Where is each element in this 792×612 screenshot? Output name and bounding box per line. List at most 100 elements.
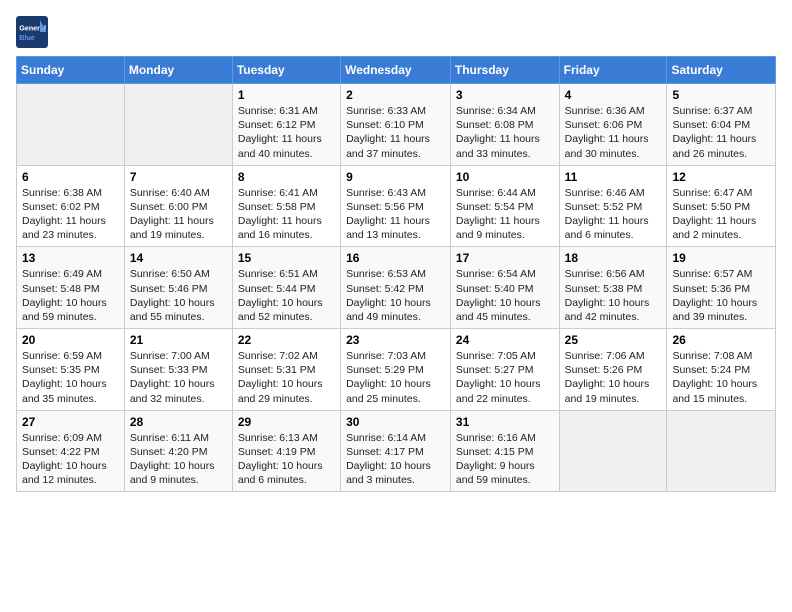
day-number: 1 [238,88,335,102]
calendar-cell: 27 Sunrise: 6:09 AM Sunset: 4:22 PM Dayli… [17,410,125,492]
calendar-cell: 10 Sunrise: 6:44 AM Sunset: 5:54 PM Dayli… [450,165,559,247]
calendar-cell: 23 Sunrise: 7:03 AM Sunset: 5:29 PM Dayli… [341,329,451,411]
day-number: 15 [238,251,335,265]
day-info: Sunrise: 6:49 AM Sunset: 5:48 PM Dayligh… [22,267,119,324]
dow-header-wednesday: Wednesday [341,57,451,84]
day-number: 23 [346,333,445,347]
calendar-cell: 12 Sunrise: 6:47 AM Sunset: 5:50 PM Dayli… [667,165,776,247]
day-number: 9 [346,170,445,184]
calendar-cell: 9Sunrise: 6:43 AM Sunset: 5:56 PM Daylig… [341,165,451,247]
day-info: Sunrise: 6:44 AM Sunset: 5:54 PM Dayligh… [456,186,554,243]
day-number: 27 [22,415,119,429]
day-info: Sunrise: 6:40 AM Sunset: 6:00 PM Dayligh… [130,186,227,243]
day-number: 31 [456,415,554,429]
day-info: Sunrise: 7:02 AM Sunset: 5:31 PM Dayligh… [238,349,335,406]
logo-icon: General Blue [16,16,48,48]
day-number: 4 [565,88,662,102]
calendar-cell: 26 Sunrise: 7:08 AM Sunset: 5:24 PM Dayli… [667,329,776,411]
calendar-cell: 31 Sunrise: 6:16 AM Sunset: 4:15 PM Dayli… [450,410,559,492]
day-number: 6 [22,170,119,184]
day-info: Sunrise: 6:33 AM Sunset: 6:10 PM Dayligh… [346,104,445,161]
calendar-cell: 2 Sunrise: 6:33 AM Sunset: 6:10 PM Daylig… [341,84,451,166]
day-number: 8 [238,170,335,184]
calendar-cell: 6 Sunrise: 6:38 AM Sunset: 6:02 PM Daylig… [17,165,125,247]
day-info: Sunrise: 6:46 AM Sunset: 5:52 PM Dayligh… [565,186,662,243]
calendar-cell: 24Sunrise: 7:05 AM Sunset: 5:27 PM Dayli… [450,329,559,411]
calendar-cell: 30 Sunrise: 6:14 AM Sunset: 4:17 PM Dayli… [341,410,451,492]
day-info: Sunrise: 6:36 AM Sunset: 6:06 PM Dayligh… [565,104,662,161]
day-number: 17 [456,251,554,265]
day-info: Sunrise: 6:13 AM Sunset: 4:19 PM Dayligh… [238,431,335,488]
calendar-cell: 16Sunrise: 6:53 AM Sunset: 5:42 PM Dayli… [341,247,451,329]
calendar-cell: 29 Sunrise: 6:13 AM Sunset: 4:19 PM Dayli… [232,410,340,492]
calendar-cell: 3 Sunrise: 6:34 AM Sunset: 6:08 PM Daylig… [450,84,559,166]
calendar-cell: 21 Sunrise: 7:00 AM Sunset: 5:33 PM Dayli… [124,329,232,411]
calendar-table: SundayMondayTuesdayWednesdayThursdayFrid… [16,56,776,492]
day-number: 21 [130,333,227,347]
dow-header-monday: Monday [124,57,232,84]
day-info: Sunrise: 7:00 AM Sunset: 5:33 PM Dayligh… [130,349,227,406]
calendar-cell [124,84,232,166]
day-number: 2 [346,88,445,102]
day-info: Sunrise: 7:03 AM Sunset: 5:29 PM Dayligh… [346,349,445,406]
svg-text:Blue: Blue [19,33,35,42]
day-number: 25 [565,333,662,347]
day-number: 16 [346,251,445,265]
calendar-cell: 18 Sunrise: 6:56 AM Sunset: 5:38 PM Dayli… [559,247,667,329]
day-number: 30 [346,415,445,429]
day-number: 13 [22,251,119,265]
dow-header-tuesday: Tuesday [232,57,340,84]
day-info: Sunrise: 7:05 AM Sunset: 5:27 PM Dayligh… [456,349,554,406]
day-info: Sunrise: 6:59 AM Sunset: 5:35 PM Dayligh… [22,349,119,406]
day-number: 28 [130,415,227,429]
day-number: 14 [130,251,227,265]
calendar-cell: 25 Sunrise: 7:06 AM Sunset: 5:26 PM Dayli… [559,329,667,411]
day-number: 18 [565,251,662,265]
dow-header-friday: Friday [559,57,667,84]
logo: General Blue [16,16,52,48]
calendar-cell: 11 Sunrise: 6:46 AM Sunset: 5:52 PM Dayli… [559,165,667,247]
day-info: Sunrise: 6:38 AM Sunset: 6:02 PM Dayligh… [22,186,119,243]
calendar-cell: 19 Sunrise: 6:57 AM Sunset: 5:36 PM Dayli… [667,247,776,329]
calendar-cell: 22 Sunrise: 7:02 AM Sunset: 5:31 PM Dayli… [232,329,340,411]
day-info: Sunrise: 6:37 AM Sunset: 6:04 PM Dayligh… [672,104,770,161]
day-number: 7 [130,170,227,184]
calendar-cell: 1 Sunrise: 6:31 AM Sunset: 6:12 PM Daylig… [232,84,340,166]
day-number: 22 [238,333,335,347]
day-number: 5 [672,88,770,102]
calendar-cell: 13 Sunrise: 6:49 AM Sunset: 5:48 PM Dayli… [17,247,125,329]
calendar-cell: 4 Sunrise: 6:36 AM Sunset: 6:06 PM Daylig… [559,84,667,166]
day-info: Sunrise: 6:14 AM Sunset: 4:17 PM Dayligh… [346,431,445,488]
day-info: Sunrise: 6:09 AM Sunset: 4:22 PM Dayligh… [22,431,119,488]
day-number: 12 [672,170,770,184]
day-number: 11 [565,170,662,184]
calendar-cell: 14 Sunrise: 6:50 AM Sunset: 5:46 PM Dayli… [124,247,232,329]
day-info: Sunrise: 7:06 AM Sunset: 5:26 PM Dayligh… [565,349,662,406]
day-info: Sunrise: 6:50 AM Sunset: 5:46 PM Dayligh… [130,267,227,324]
day-info: Sunrise: 6:56 AM Sunset: 5:38 PM Dayligh… [565,267,662,324]
day-number: 26 [672,333,770,347]
day-number: 20 [22,333,119,347]
calendar-cell: 28Sunrise: 6:11 AM Sunset: 4:20 PM Dayli… [124,410,232,492]
calendar-cell: 8Sunrise: 6:41 AM Sunset: 5:58 PM Daylig… [232,165,340,247]
day-info: Sunrise: 6:16 AM Sunset: 4:15 PM Dayligh… [456,431,554,488]
calendar-cell [667,410,776,492]
calendar-cell [17,84,125,166]
calendar-cell: 7 Sunrise: 6:40 AM Sunset: 6:00 PM Daylig… [124,165,232,247]
day-info: Sunrise: 6:54 AM Sunset: 5:40 PM Dayligh… [456,267,554,324]
day-number: 19 [672,251,770,265]
calendar-cell [559,410,667,492]
dow-header-thursday: Thursday [450,57,559,84]
day-info: Sunrise: 6:34 AM Sunset: 6:08 PM Dayligh… [456,104,554,161]
day-info: Sunrise: 7:08 AM Sunset: 5:24 PM Dayligh… [672,349,770,406]
day-info: Sunrise: 6:31 AM Sunset: 6:12 PM Dayligh… [238,104,335,161]
day-info: Sunrise: 6:51 AM Sunset: 5:44 PM Dayligh… [238,267,335,324]
day-number: 10 [456,170,554,184]
dow-header-saturday: Saturday [667,57,776,84]
day-number: 3 [456,88,554,102]
calendar-cell: 20 Sunrise: 6:59 AM Sunset: 5:35 PM Dayli… [17,329,125,411]
calendar-cell: 17 Sunrise: 6:54 AM Sunset: 5:40 PM Dayli… [450,247,559,329]
day-info: Sunrise: 6:57 AM Sunset: 5:36 PM Dayligh… [672,267,770,324]
day-info: Sunrise: 6:47 AM Sunset: 5:50 PM Dayligh… [672,186,770,243]
day-number: 29 [238,415,335,429]
